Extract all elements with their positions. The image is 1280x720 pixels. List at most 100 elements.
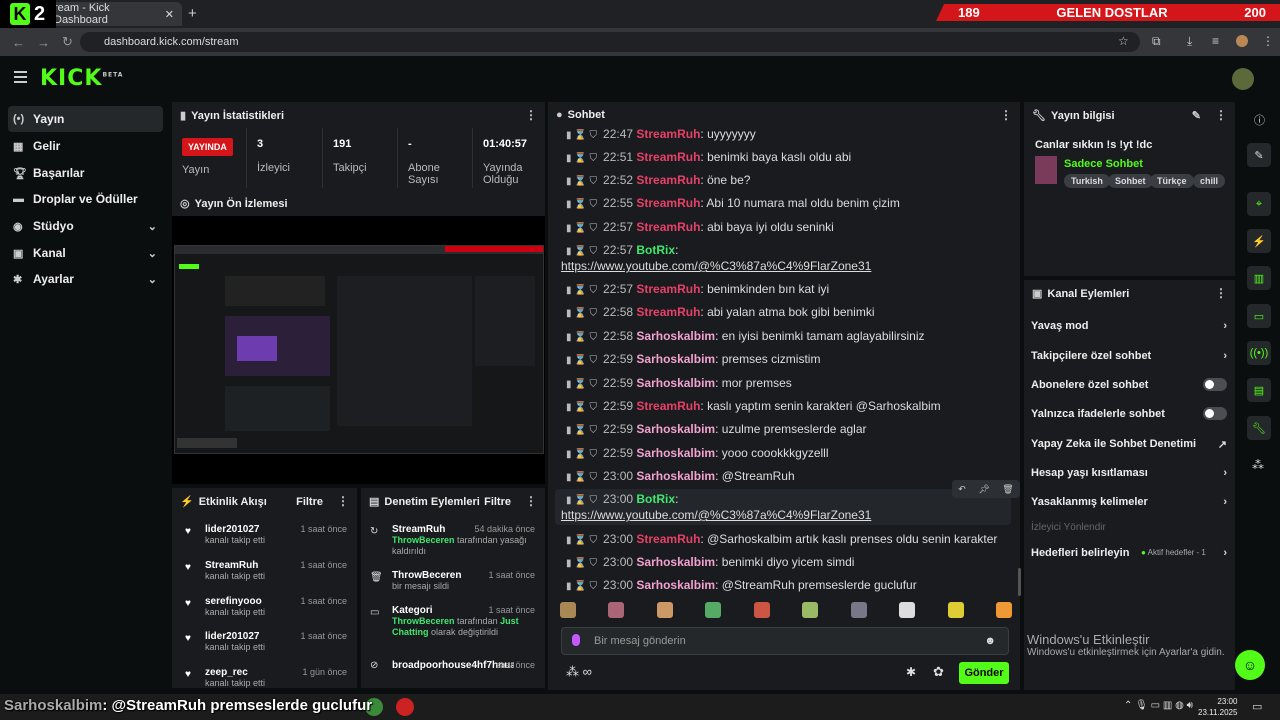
message-username[interactable]: StreamRuh — [636, 196, 700, 210]
message-username[interactable]: Sarhoskalbim — [636, 422, 715, 436]
message-username[interactable]: BotRix — [636, 492, 675, 506]
subscribers-only-toggle[interactable] — [1203, 378, 1227, 391]
mod-action-icons[interactable]: ▮ ⌛ ⛉ — [566, 402, 597, 413]
profile-avatar-icon[interactable] — [1236, 35, 1248, 47]
activity-user[interactable]: zeep_rec — [205, 667, 248, 678]
message-username[interactable]: StreamRuh — [636, 282, 700, 296]
bolt-icon[interactable]: ⚡ — [1247, 229, 1271, 253]
nav-item-kanal[interactable]: ▣ Kanal ⌄ — [8, 240, 163, 266]
emote-icon[interactable] — [705, 602, 722, 618]
message-username[interactable]: Sarhoskalbim — [636, 446, 715, 460]
page-icon[interactable]: ▥ — [1247, 266, 1271, 290]
chat-input[interactable]: Bir mesaj gönderin ☻ — [561, 627, 1009, 655]
message-username[interactable]: StreamRuh — [636, 220, 700, 234]
send-button[interactable]: Gönder — [959, 662, 1009, 684]
account-age-row[interactable]: Hesap yaşı kısıtlaması › — [1031, 467, 1227, 479]
goals-row[interactable]: Hedefleri belirleyin ● Aktif hedefler - 1… — [1031, 547, 1227, 559]
more-options-icon[interactable]: ⋮ — [1000, 108, 1012, 122]
mod-actor[interactable]: ThrowBeceren — [392, 535, 455, 545]
emote-icon[interactable] — [995, 602, 1012, 618]
message-username[interactable]: BotRix — [636, 243, 675, 257]
message-username[interactable]: StreamRuh — [636, 127, 700, 141]
mod-action-icons[interactable]: ▮ ⌛ ⛉ — [566, 558, 597, 569]
mod-action-icons[interactable]: ▮ ⌛ ⛉ — [566, 472, 597, 483]
nav-item-basarilar[interactable]: 🏆︎ Başarılar — [8, 160, 163, 186]
message-username[interactable]: Sarhoskalbim — [636, 376, 715, 390]
extensions-icon[interactable]: ⧉ — [1152, 34, 1161, 49]
mod-user[interactable]: Kategori — [392, 605, 433, 616]
url-input[interactable]: dashboard.kick.com/stream — [80, 32, 1140, 52]
broadcast-signal-icon[interactable]: ((•)) — [1247, 341, 1271, 365]
ai-moderation-row[interactable]: Yapay Zeka ile Sohbet Denetimi ↗ — [1031, 438, 1227, 451]
obs-taskbar-icon[interactable] — [396, 698, 414, 716]
apps-icon[interactable]: ⁂ — [1252, 458, 1264, 472]
emote-icon[interactable] — [656, 602, 673, 618]
reload-icon[interactable]: ↻ — [62, 34, 73, 50]
edit-pencil-icon[interactable]: ✎ — [1192, 110, 1201, 122]
message-username[interactable]: Sarhoskalbim — [636, 329, 715, 343]
menu-icon[interactable]: ⋮ — [1262, 34, 1274, 48]
banned-words-row[interactable]: Yasaklanmış kelimeler › — [1031, 496, 1227, 508]
message-link[interactable]: https://www.youtube.com/@%C3%87a%C4%9Fla… — [561, 259, 871, 273]
emote-icon[interactable] — [753, 602, 770, 618]
mic-icon[interactable] — [572, 634, 580, 646]
mod-action-icons[interactable]: ▮ ⌛ ⛉ — [566, 153, 597, 164]
notification-icon[interactable]: ▭ — [1252, 700, 1262, 713]
infinity-icon[interactable]: ⁂ ∞ — [566, 664, 592, 680]
mod-action-icons[interactable]: ▮ ⌛ ⛉ — [566, 581, 597, 592]
filter-button[interactable]: Filtre — [484, 496, 511, 508]
pin-icon[interactable]: 📌︎ — [978, 484, 989, 495]
delete-icon[interactable]: 🗑︎ — [1002, 484, 1013, 495]
mod-action-icons[interactable]: ▮ ⌛ ⛉ — [566, 495, 597, 506]
mod-action-icons[interactable]: ▮ ⌛ ⛉ — [566, 285, 597, 296]
nav-item-ayarlar[interactable]: ✱ Ayarlar ⌄ — [8, 266, 163, 292]
info-icon[interactable]: ⓘ — [1254, 112, 1265, 128]
nav-item-yayin[interactable]: (•) Yayın — [8, 106, 163, 132]
more-options-icon[interactable]: ⋮ — [1215, 286, 1227, 300]
message-username[interactable]: Sarhoskalbim — [636, 469, 715, 483]
bookmark-star-icon[interactable]: ☆ — [1118, 34, 1129, 48]
back-icon[interactable]: ← — [12, 35, 25, 50]
activity-user[interactable]: lider201027 — [205, 524, 260, 535]
settings-gear-icon[interactable]: ✱ — [906, 665, 916, 679]
hamburger-menu-icon[interactable] — [14, 71, 27, 83]
tag-chip[interactable]: chill — [1193, 174, 1226, 188]
message-username[interactable]: StreamRuh — [636, 150, 700, 164]
close-tab-icon[interactable]: ✕ — [165, 8, 174, 21]
nav-item-gelir[interactable]: ▦ Gelir — [8, 133, 163, 159]
more-options-icon[interactable]: ⋮ — [525, 108, 537, 122]
tray-icons[interactable]: ⌃ 🎙︎ ▭ ▥ ◍ 🔊︎ — [1124, 700, 1193, 711]
mod-action-icons[interactable]: ▮ ⌛ ⛉ — [566, 199, 597, 210]
mod-action-icons[interactable]: ▮ ⌛ ⛉ — [566, 449, 597, 460]
mod-action-icons[interactable]: ▮ ⌛ ⛉ — [566, 308, 597, 319]
mod-action-icons[interactable]: ▮ ⌛ ⛉ — [566, 176, 597, 187]
edit-icon[interactable]: ✎ — [1247, 143, 1271, 167]
emoji-icon[interactable]: ☻ — [984, 635, 996, 647]
filter-button[interactable]: Filtre — [296, 496, 323, 508]
emote-icon[interactable] — [802, 602, 819, 618]
chat-icon[interactable]: ▭ — [1247, 304, 1271, 328]
message-username[interactable]: StreamRuh — [636, 305, 700, 319]
user-avatar[interactable] — [1232, 68, 1254, 90]
new-tab-icon[interactable]: + — [188, 5, 197, 22]
emote-icon[interactable] — [608, 602, 625, 618]
nav-item-studyo[interactable]: ◉ Stüdyo ⌄ — [8, 213, 163, 239]
mod-action-icons[interactable]: ▮ ⌛ ⛉ — [566, 130, 597, 141]
forward-icon[interactable]: → — [37, 35, 50, 50]
category-link[interactable]: Sadece Sohbet — [1064, 158, 1143, 170]
more-options-icon[interactable]: ⋮ — [337, 494, 349, 508]
tool-icon[interactable]: 🔧︎ — [1247, 416, 1271, 440]
emote-icon[interactable] — [850, 602, 867, 618]
mod-action-icons[interactable]: ▮ ⌛ ⛉ — [566, 246, 597, 257]
message-username[interactable]: Sarhoskalbim — [636, 352, 715, 366]
help-chat-icon[interactable]: ☺ — [1235, 650, 1265, 680]
mod-action-icons[interactable]: ▮ ⌛ ⛉ — [566, 379, 597, 390]
mod-action-icons[interactable]: ▮ ⌛ ⛉ — [566, 223, 597, 234]
slow-mode-row[interactable]: Yavaş mod › — [1031, 320, 1227, 332]
mod-user[interactable]: StreamRuh — [392, 524, 445, 535]
message-username[interactable]: Sarhoskalbim — [636, 578, 715, 592]
message-username[interactable]: StreamRuh — [636, 532, 700, 546]
emote-icon[interactable] — [560, 602, 576, 618]
tag-chip[interactable]: Sohbet — [1108, 174, 1153, 188]
message-username[interactable]: StreamRuh — [636, 173, 700, 187]
